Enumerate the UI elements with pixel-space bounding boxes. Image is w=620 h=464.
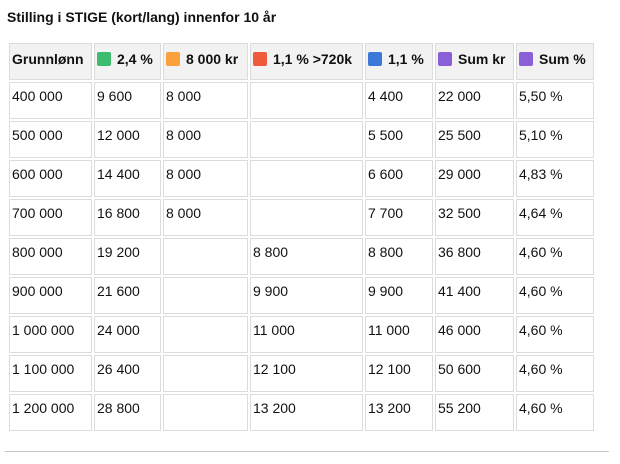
cell-8000-kr (163, 238, 248, 275)
cell-1-1-percent: 6 600 (365, 160, 433, 197)
header-label: 2,4 % (117, 51, 153, 67)
cell-8000-kr: 8 000 (163, 82, 248, 119)
cell-sum-percent: 4,60 % (516, 316, 594, 353)
cell-2-4-percent: 21 600 (94, 277, 161, 314)
header-sum-kr: Sum kr (435, 43, 514, 80)
header-label: Sum kr (458, 51, 506, 67)
cell-1-1-percent-over-720k (250, 121, 363, 158)
cell-1-1-percent-over-720k: 13 200 (250, 394, 363, 431)
cell-grunnlonn: 1 000 000 (9, 316, 92, 353)
cell-sum-percent: 4,64 % (516, 199, 594, 236)
cell-1-1-percent: 7 700 (365, 199, 433, 236)
header-label: Sum % (539, 51, 586, 67)
table-row: 1 000 000 24 000 11 000 11 000 46 000 4,… (9, 316, 594, 353)
header-8000-kr: 8 000 kr (163, 43, 248, 80)
cell-sum-kr: 32 500 (435, 199, 514, 236)
table-row: 400 000 9 600 8 000 4 400 22 000 5,50 % (9, 82, 594, 119)
cell-8000-kr (163, 394, 248, 431)
cell-8000-kr: 8 000 (163, 160, 248, 197)
cell-1-1-percent-over-720k (250, 199, 363, 236)
page-title: Stilling i STIGE (kort/lang) innenfor 10… (7, 9, 277, 25)
cell-sum-percent: 4,60 % (516, 394, 594, 431)
cell-1-1-percent-over-720k: 9 900 (250, 277, 363, 314)
cell-8000-kr (163, 316, 248, 353)
cell-sum-kr: 55 200 (435, 394, 514, 431)
cell-sum-percent: 4,60 % (516, 355, 594, 392)
cell-grunnlonn: 1 200 000 (9, 394, 92, 431)
blue-square-icon (368, 52, 382, 66)
cell-8000-kr: 8 000 (163, 121, 248, 158)
header-label: 1,1 % >720k (273, 51, 353, 67)
cell-sum-percent: 4,60 % (516, 238, 594, 275)
cell-grunnlonn: 1 100 000 (9, 355, 92, 392)
cell-8000-kr (163, 277, 248, 314)
cell-1-1-percent: 11 000 (365, 316, 433, 353)
cell-1-1-percent: 12 100 (365, 355, 433, 392)
cell-1-1-percent: 9 900 (365, 277, 433, 314)
table-row: 500 000 12 000 8 000 5 500 25 500 5,10 % (9, 121, 594, 158)
purple-square-icon (438, 52, 452, 66)
cell-sum-kr: 36 800 (435, 238, 514, 275)
header-1-1-percent-over-720k: 1,1 % >720k (250, 43, 363, 80)
cell-sum-kr: 46 000 (435, 316, 514, 353)
cell-2-4-percent: 14 400 (94, 160, 161, 197)
header-grunnlonn: Grunnlønn (9, 43, 92, 80)
cell-1-1-percent-over-720k (250, 160, 363, 197)
cell-sum-percent: 4,60 % (516, 277, 594, 314)
cell-1-1-percent-over-720k: 12 100 (250, 355, 363, 392)
cell-grunnlonn: 700 000 (9, 199, 92, 236)
red-square-icon (253, 52, 267, 66)
orange-square-icon (166, 52, 180, 66)
cell-2-4-percent: 24 000 (94, 316, 161, 353)
cell-sum-kr: 41 400 (435, 277, 514, 314)
cell-sum-kr: 22 000 (435, 82, 514, 119)
cell-grunnlonn: 800 000 (9, 238, 92, 275)
cell-2-4-percent: 19 200 (94, 238, 161, 275)
table-row: 900 000 21 600 9 900 9 900 41 400 4,60 % (9, 277, 594, 314)
table-row: 1 100 000 26 400 12 100 12 100 50 600 4,… (9, 355, 594, 392)
cell-sum-percent: 4,83 % (516, 160, 594, 197)
header-2-4-percent: 2,4 % (94, 43, 161, 80)
header-1-1-percent: 1,1 % (365, 43, 433, 80)
cell-2-4-percent: 9 600 (94, 82, 161, 119)
cell-sum-percent: 5,50 % (516, 82, 594, 119)
cell-grunnlonn: 600 000 (9, 160, 92, 197)
green-square-icon (97, 52, 111, 66)
cell-2-4-percent: 28 800 (94, 394, 161, 431)
bottom-divider (5, 451, 609, 452)
cell-1-1-percent: 5 500 (365, 121, 433, 158)
cell-1-1-percent-over-720k: 8 800 (250, 238, 363, 275)
cell-1-1-percent: 8 800 (365, 238, 433, 275)
cell-grunnlonn: 900 000 (9, 277, 92, 314)
cell-8000-kr: 8 000 (163, 199, 248, 236)
cell-sum-percent: 5,10 % (516, 121, 594, 158)
cell-1-1-percent-over-720k: 11 000 (250, 316, 363, 353)
table-row: 1 200 000 28 800 13 200 13 200 55 200 4,… (9, 394, 594, 431)
purple-square-icon (519, 52, 533, 66)
table-row: 800 000 19 200 8 800 8 800 36 800 4,60 % (9, 238, 594, 275)
cell-sum-kr: 25 500 (435, 121, 514, 158)
header-label: 1,1 % (388, 51, 424, 67)
table-row: 700 000 16 800 8 000 7 700 32 500 4,64 % (9, 199, 594, 236)
cell-2-4-percent: 26 400 (94, 355, 161, 392)
header-label: Grunnlønn (12, 51, 84, 67)
cell-8000-kr (163, 355, 248, 392)
header-row: Grunnlønn 2,4 % 8 000 kr 1,1 % >720k 1,1… (9, 43, 594, 80)
table-row: 600 000 14 400 8 000 6 600 29 000 4,83 % (9, 160, 594, 197)
salary-table: Grunnlønn 2,4 % 8 000 kr 1,1 % >720k 1,1… (7, 41, 596, 433)
cell-grunnlonn: 500 000 (9, 121, 92, 158)
cell-sum-kr: 29 000 (435, 160, 514, 197)
cell-grunnlonn: 400 000 (9, 82, 92, 119)
cell-2-4-percent: 16 800 (94, 199, 161, 236)
cell-1-1-percent: 13 200 (365, 394, 433, 431)
cell-2-4-percent: 12 000 (94, 121, 161, 158)
header-label: 8 000 kr (186, 51, 239, 67)
header-sum-percent: Sum % (516, 43, 594, 80)
cell-1-1-percent-over-720k (250, 82, 363, 119)
cell-1-1-percent: 4 400 (365, 82, 433, 119)
cell-sum-kr: 50 600 (435, 355, 514, 392)
